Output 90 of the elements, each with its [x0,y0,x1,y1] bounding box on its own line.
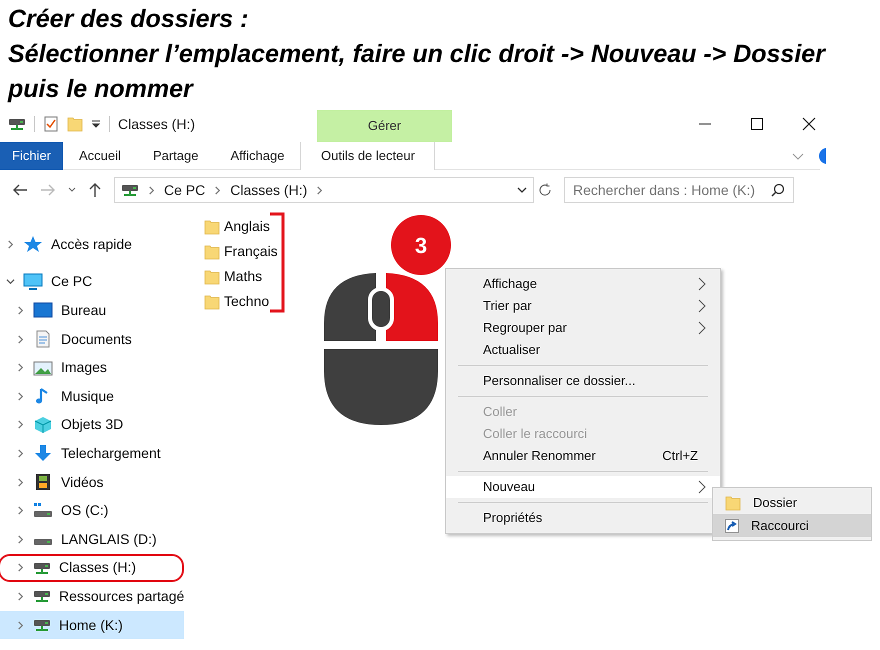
sidebar-item[interactable]: Images [0,353,184,382]
folder-icon [204,268,220,284]
folder-icon [67,116,83,132]
ribbon-tab[interactable]: Outils de lecteur [300,142,436,170]
sidebar-item[interactable]: LANGLAIS (D:) [0,524,184,554]
menu-item[interactable]: Trier par [446,295,720,317]
chevron-down-icon[interactable] [6,277,15,286]
chevron-right-icon[interactable] [16,363,25,372]
menu-item[interactable]: Raccourci [713,514,871,537]
folder-item[interactable]: Anglais [204,214,278,239]
folder-icon [204,294,220,310]
breadcrumb[interactable]: Ce PC [164,180,206,200]
sidebar-item[interactable]: Musique [0,382,184,411]
monitor-icon [23,272,43,291]
checklist-icon[interactable] [43,116,59,132]
chevron-right-icon[interactable] [16,334,25,344]
chevron-right-icon[interactable] [16,592,25,601]
sidebar-item[interactable]: Accès rapide [0,230,184,259]
menu-item[interactable]: Annuler Renommer Ctrl+Z [446,445,720,467]
drive-icon [33,538,53,546]
network-drive-icon [121,182,139,198]
chevron-right-icon[interactable] [16,420,25,430]
folder-item[interactable]: Français [204,239,278,264]
folder-item[interactable]: Techno [204,289,278,314]
sidebar-item[interactable]: Classes (H:) [0,554,184,582]
shortcut-arrow-icon [725,518,739,532]
star-icon [23,235,43,254]
network-drive-icon [8,116,26,132]
collapse-ribbon-icon[interactable] [792,150,804,160]
search-icon[interactable] [771,183,785,197]
dropdown-icon[interactable] [517,185,527,195]
folder-item[interactable]: Maths [204,264,278,289]
image-icon [33,358,53,377]
instruction-heading: Sélectionner l’emplacement, faire un clic droit -> Nouveau -> Dossier puis le nommer [8,39,827,105]
menu-item[interactable]: Nouveau [446,476,720,498]
maximize-icon[interactable] [750,117,764,131]
back-arrow-icon[interactable] [12,183,28,197]
sidebar-item[interactable]: Ressources partagé [0,582,184,611]
network-drive-icon [33,588,51,604]
chevron-right-icon[interactable] [16,534,25,544]
sidebar-item[interactable]: Bureau [0,296,184,325]
sidebar-item[interactable]: OS (C:) [0,496,184,525]
menu-item[interactable]: Affichage [446,273,720,295]
sidebar-item[interactable]: Vidéos [0,468,184,496]
breadcrumb-chevron-icon[interactable] [147,186,156,194]
refresh-icon[interactable] [538,183,552,197]
chevron-right-icon[interactable] [16,448,25,458]
window-title: Classes (H:) [118,114,196,134]
shortcut-label: Ctrl+Z [662,447,698,466]
sidebar-item[interactable]: Documents [0,324,184,354]
folder-icon [725,494,741,510]
menu-item[interactable]: Regrouper par [446,317,720,339]
menu-item[interactable]: Personnaliser ce dossier... [446,370,720,392]
sidebar-item[interactable]: Home (K:) [0,610,184,640]
sidebar-item[interactable]: Objets 3D [0,410,184,440]
context-tab-group: Gérer [317,110,452,142]
search-field[interactable]: Rechercher dans : Home (K:) [564,177,794,203]
dropdown-icon[interactable] [91,119,101,129]
network-drive-icon [33,617,51,634]
instruction-heading: Créer des dossiers : [8,4,250,35]
chevron-right-icon[interactable] [16,563,25,572]
address-bar[interactable]: Ce PC Classes (H:) [114,177,534,203]
chevron-right-icon[interactable] [16,306,25,315]
chevron-right-icon[interactable] [6,240,15,249]
close-icon[interactable] [802,117,816,131]
cube-icon [33,416,53,434]
breadcrumb[interactable]: Classes (H:) [230,180,308,200]
down-arrow-icon [33,444,53,462]
film-icon [33,473,53,492]
sidebar-item[interactable]: Telechargement [0,439,184,468]
ribbon-tab[interactable]: Accueil [63,142,137,170]
chevron-right-icon[interactable] [16,620,25,630]
chevron-right-icon[interactable] [16,506,25,516]
step-badge: 3 [391,215,451,275]
chevron-right-icon[interactable] [16,478,25,487]
ribbon-tab[interactable]: Affichage [214,142,300,170]
chevron-right-icon[interactable] [16,392,25,401]
folder-icon [204,218,220,234]
drive-icon [33,502,53,520]
folder-icon [204,244,220,260]
search-input[interactable]: Rechercher dans : Home (K:) [573,180,771,200]
sidebar-item[interactable]: Ce PC [0,268,184,296]
breadcrumb-chevron-icon[interactable] [315,186,324,194]
ribbon-tab[interactable]: Partage [136,142,214,170]
breadcrumb-chevron-icon[interactable] [213,186,222,194]
up-arrow-icon[interactable] [88,182,102,198]
desktop-icon [33,301,53,320]
menu-item[interactable]: Actualiser [446,339,720,361]
file-tab[interactable]: Fichier [0,142,64,170]
recent-dropdown-icon[interactable] [68,186,76,194]
